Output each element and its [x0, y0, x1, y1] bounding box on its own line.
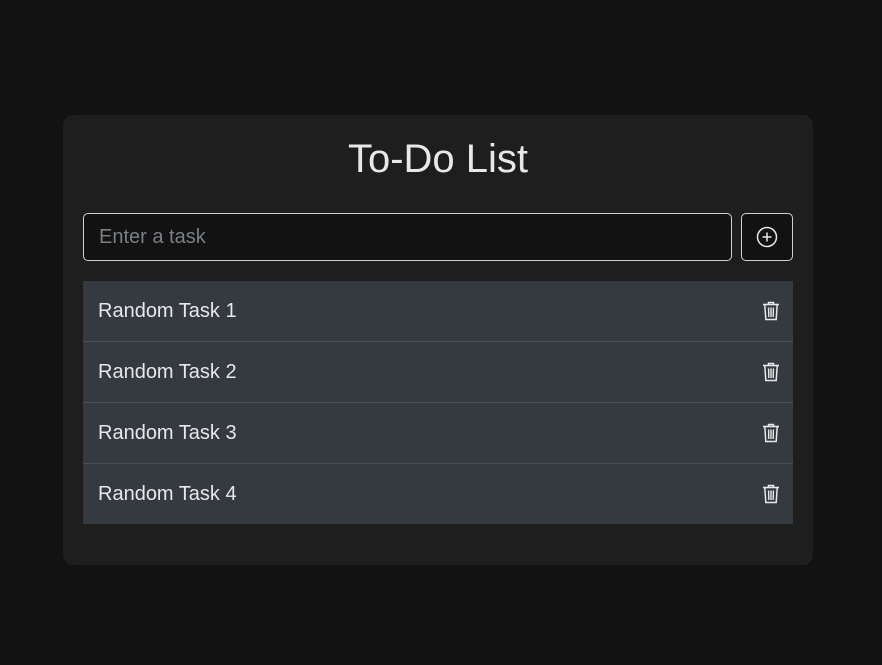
- trash-icon: [762, 301, 780, 321]
- task-label: Random Task 1: [98, 299, 237, 322]
- add-task-button[interactable]: [741, 213, 793, 261]
- trash-icon: [762, 484, 780, 504]
- page-title: To-Do List: [347, 137, 529, 181]
- delete-task-button[interactable]: [759, 360, 783, 384]
- task-item: Random Task 2: [83, 342, 793, 403]
- task-label: Random Task 2: [98, 360, 237, 383]
- task-label: Random Task 3: [98, 421, 237, 444]
- plus-circle-icon: [756, 226, 778, 248]
- trash-icon: [762, 423, 780, 443]
- task-label: Random Task 4: [98, 482, 237, 505]
- delete-task-button[interactable]: [759, 299, 783, 323]
- delete-task-button[interactable]: [759, 482, 783, 506]
- task-item: Random Task 4: [83, 464, 793, 524]
- task-input[interactable]: [83, 213, 732, 261]
- delete-task-button[interactable]: [759, 421, 783, 445]
- add-task-form: [83, 213, 793, 261]
- task-item: Random Task 1: [83, 281, 793, 342]
- task-list: Random Task 1 Random Task 2 Random Task …: [83, 281, 793, 524]
- todo-card: To-Do List Random Task 1: [63, 115, 813, 565]
- trash-icon: [762, 362, 780, 382]
- task-item: Random Task 3: [83, 403, 793, 464]
